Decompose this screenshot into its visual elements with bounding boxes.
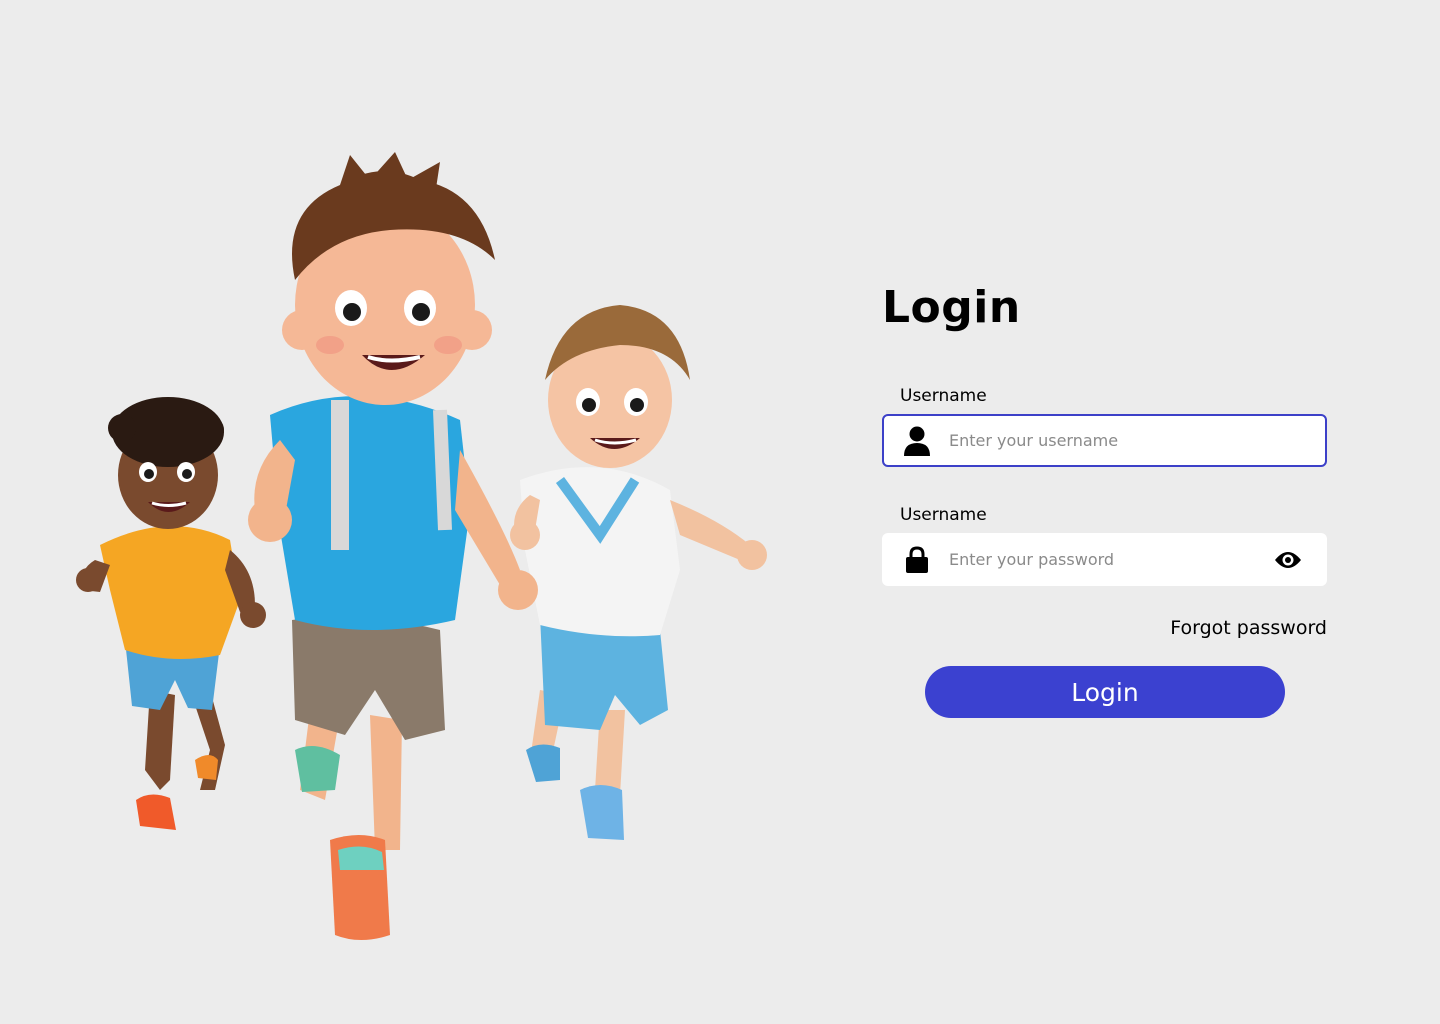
kid-right-figure (510, 305, 767, 840)
username-input[interactable] (949, 416, 1325, 465)
user-icon (902, 426, 932, 456)
lock-icon (902, 545, 932, 575)
kid-left-figure (76, 397, 266, 830)
password-label: Username (900, 505, 987, 525)
page-title: Login (882, 282, 1021, 333)
password-input[interactable] (949, 533, 1273, 586)
login-form: Login Username Username (882, 270, 1327, 718)
login-page: Login Username Username (0, 0, 1440, 1024)
password-field[interactable] (882, 533, 1327, 586)
eye-icon[interactable] (1273, 545, 1303, 575)
username-field[interactable] (882, 414, 1327, 467)
login-button[interactable]: Login (925, 666, 1285, 718)
username-label: Username (900, 386, 987, 406)
kid-center-figure (248, 152, 538, 940)
forgot-password-link[interactable]: Forgot password (882, 616, 1327, 640)
running-kids-illustration (40, 150, 800, 970)
